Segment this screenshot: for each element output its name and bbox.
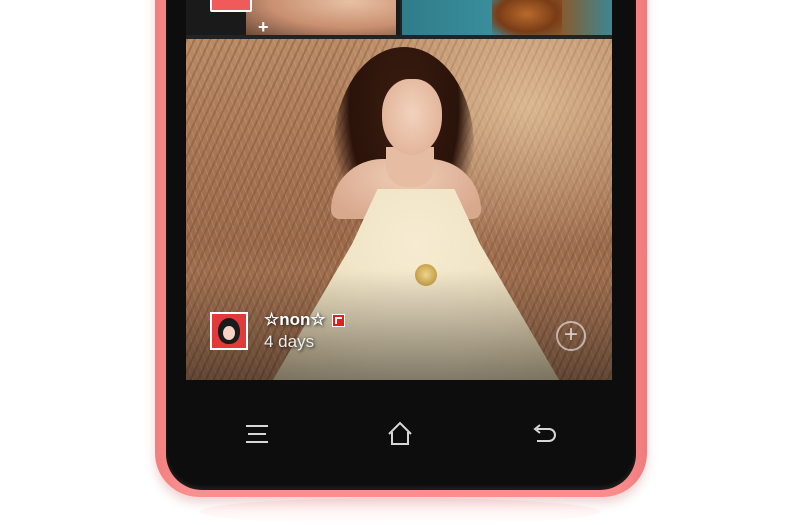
post-username[interactable]: ☆non☆ <box>264 310 326 330</box>
post-timestamp: 4 days <box>264 332 315 351</box>
back-icon[interactable] <box>530 420 558 448</box>
flipboard-icon <box>332 314 345 327</box>
photo-shade <box>186 270 612 380</box>
user-avatar[interactable] <box>210 312 248 350</box>
feed-thumbnail-left[interactable]: + <box>186 0 403 35</box>
feed-post-photo[interactable]: ☆non☆ 4 days + <box>186 39 612 380</box>
plus-circle-icon[interactable]: + <box>556 321 586 351</box>
thumbnail-plus-icon: + <box>258 17 269 35</box>
thumbnail-photo <box>492 0 562 35</box>
home-icon[interactable] <box>386 420 414 448</box>
avatar-figure <box>218 318 240 344</box>
shell-reflection <box>200 498 600 525</box>
menu-icon[interactable] <box>243 420 271 448</box>
photo-face <box>382 79 442 155</box>
feed-thumbnail-right[interactable] <box>402 0 612 35</box>
thumbnail-avatar <box>210 0 252 12</box>
phone-screen: + ☆non☆ 4 days + <box>186 0 612 380</box>
